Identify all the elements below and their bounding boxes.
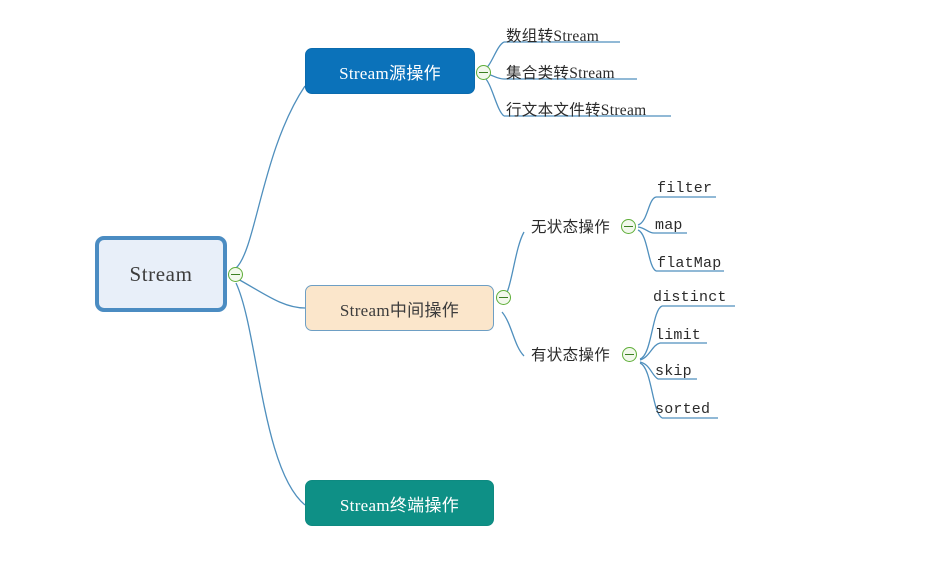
group-label-stateful-ops[interactable]: 有状态操作 bbox=[531, 343, 610, 365]
leaf-collection-to-stream[interactable]: 集合类转Stream bbox=[506, 61, 615, 83]
leaf-map[interactable]: map bbox=[655, 217, 683, 234]
branch-node-stream-intermediate-ops[interactable]: Stream中间操作 bbox=[305, 285, 494, 331]
edge-root-to-middle bbox=[235, 277, 306, 309]
edge-stateless-to-flatmap bbox=[637, 229, 657, 272]
leaf-array-to-stream[interactable]: 数组转Stream bbox=[506, 24, 599, 46]
leaf-text-file-lines-to-stream[interactable]: 行文本文件转Stream bbox=[506, 98, 647, 120]
edge-stateful-to-limit bbox=[639, 342, 661, 361]
leaf-filter[interactable]: filter bbox=[657, 180, 712, 197]
intermediate-ops-collapse-toggle-icon[interactable] bbox=[496, 290, 511, 305]
edge-middle-to-stateful bbox=[501, 311, 525, 357]
edge-stateless-to-filter bbox=[637, 196, 657, 226]
stateless-ops-collapse-toggle-icon[interactable] bbox=[621, 219, 636, 234]
branch-node-stream-source-ops[interactable]: Stream源操作 bbox=[305, 48, 475, 94]
group-label-stateless-ops[interactable]: 无状态操作 bbox=[531, 215, 610, 237]
edge-root-to-source bbox=[235, 85, 306, 269]
root-collapse-toggle-icon[interactable] bbox=[228, 267, 243, 282]
leaf-skip[interactable]: skip bbox=[655, 363, 692, 380]
source-ops-collapse-toggle-icon[interactable] bbox=[476, 65, 491, 80]
stateful-ops-collapse-toggle-icon[interactable] bbox=[622, 347, 637, 362]
branch-node-stream-terminal-ops[interactable]: Stream终端操作 bbox=[305, 480, 494, 526]
leaf-sorted[interactable]: sorted bbox=[655, 401, 710, 418]
leaf-distinct[interactable]: distinct bbox=[653, 289, 727, 306]
edge-source-to-c3 bbox=[482, 75, 505, 117]
leaf-limit[interactable]: limit bbox=[655, 327, 701, 344]
root-node-stream[interactable]: Stream bbox=[95, 236, 227, 312]
leaf-flatmap[interactable]: flatMap bbox=[657, 255, 721, 272]
edge-stateless-to-map bbox=[637, 226, 655, 234]
edge-root-to-terminal bbox=[235, 282, 306, 506]
mindmap-canvas: Stream Stream源操作 Stream中间操作 Stream终端操作 数… bbox=[0, 0, 942, 578]
